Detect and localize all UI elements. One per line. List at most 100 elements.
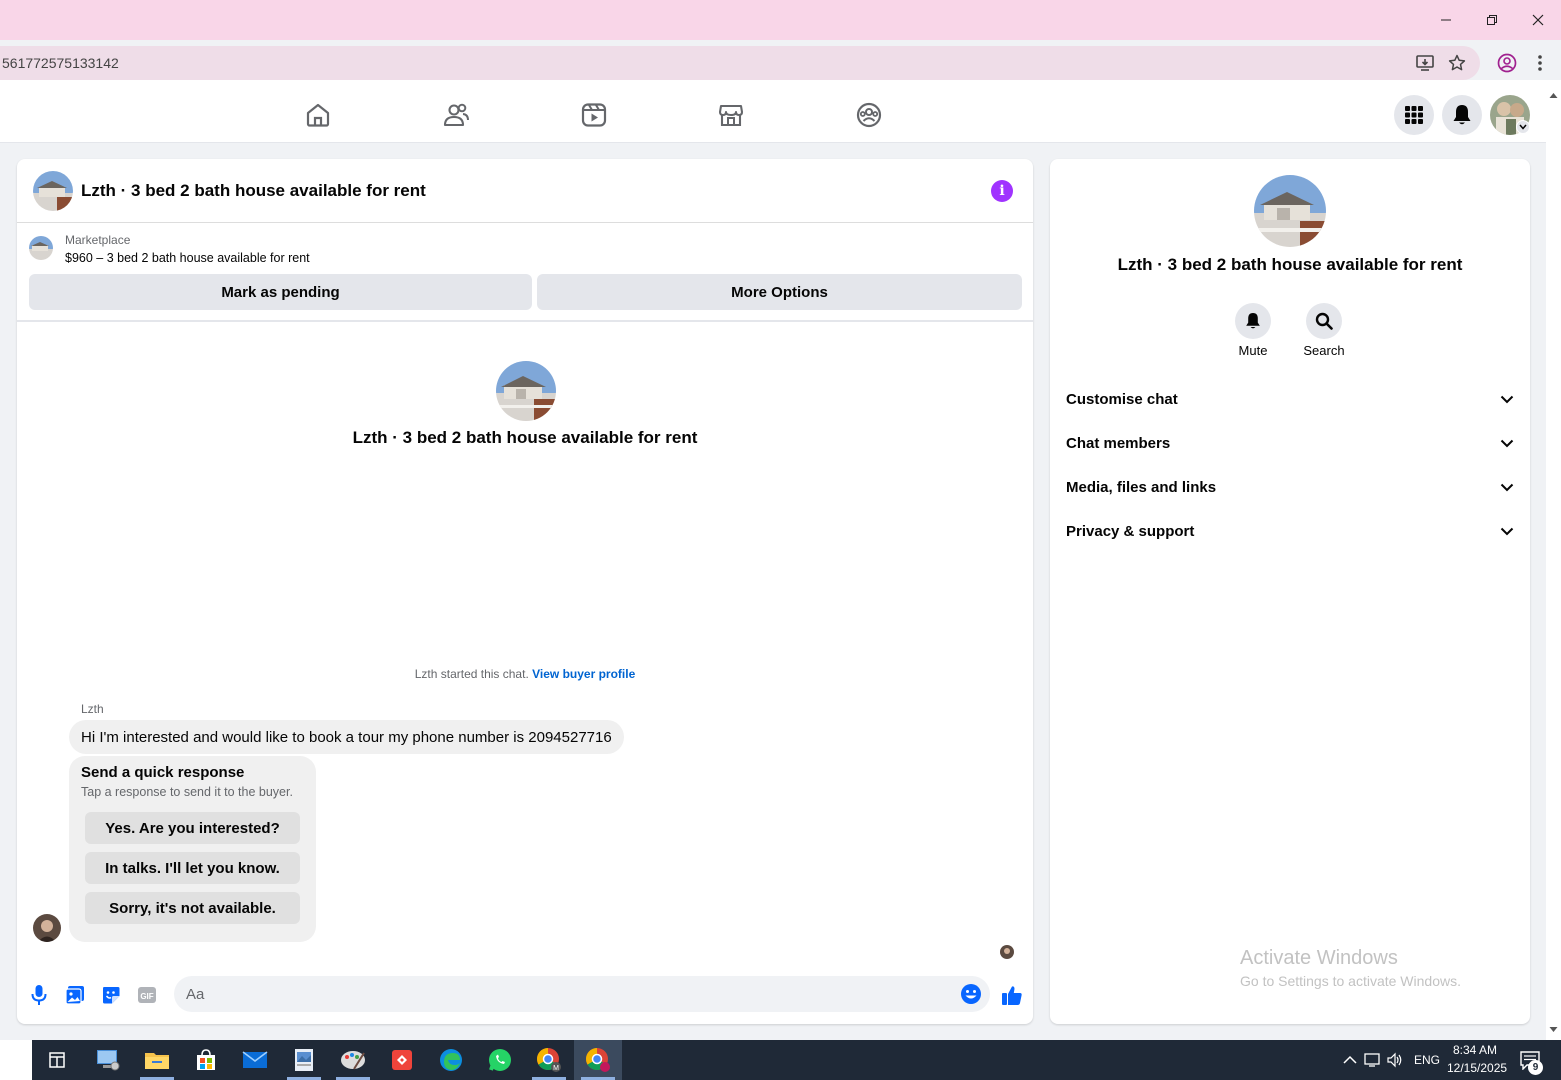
groups-icon[interactable] — [855, 101, 883, 129]
started-text: Lzth started this chat. — [414, 667, 529, 681]
close-icon — [1532, 14, 1544, 26]
sender-avatar[interactable] — [33, 914, 61, 942]
quick-reply-button[interactable]: Sorry, it's not available. — [85, 892, 300, 924]
svg-text:M: M — [553, 1065, 559, 1072]
microsoft-store-icon[interactable] — [192, 1046, 220, 1074]
install-app-icon[interactable] — [1414, 52, 1436, 74]
anydesk-icon[interactable] — [388, 1046, 416, 1074]
mute-label: Mute — [1238, 343, 1268, 358]
search-label: Search — [1303, 343, 1345, 358]
home-icon[interactable] — [304, 101, 332, 129]
chevron-down-icon — [1500, 395, 1514, 403]
minimize-button[interactable] — [1423, 0, 1469, 40]
search-button[interactable]: Search — [1284, 303, 1364, 358]
bell-icon — [1453, 105, 1471, 125]
more-options-button[interactable]: More Options — [537, 274, 1022, 310]
notifications-button[interactable] — [1442, 95, 1482, 135]
chat-header: Lzth · 3 bed 2 bath house available for … — [17, 159, 1033, 223]
marketplace-icon[interactable] — [717, 101, 745, 129]
emoji-icon[interactable] — [960, 983, 982, 1005]
divider — [17, 320, 1033, 322]
facebook-top-nav — [0, 87, 1546, 143]
chevron-down-icon — [1500, 483, 1514, 491]
notification-count-badge: 9 — [1528, 1060, 1543, 1075]
quick-reply-button[interactable]: Yes. Are you interested? — [85, 812, 300, 844]
seen-indicator-avatar — [1000, 945, 1014, 959]
account-chevron-icon[interactable] — [1516, 120, 1530, 134]
listing-link[interactable]: $960 – 3 bed 2 bath house available for … — [65, 251, 310, 265]
message-composer[interactable] — [174, 976, 990, 1012]
address-text[interactable]: 561772575133142 — [2, 55, 119, 71]
address-bar[interactable]: 561772575133142 — [0, 46, 1480, 80]
chat-members-row[interactable]: Chat members — [1066, 425, 1514, 461]
friends-icon[interactable] — [442, 101, 470, 129]
gif-label: GIF — [140, 992, 153, 1001]
quick-response-title: Send a quick response — [81, 764, 245, 781]
chat-avatar[interactable] — [33, 171, 73, 211]
row-label: Customise chat — [1066, 390, 1178, 408]
video-icon[interactable] — [580, 101, 608, 129]
like-thumb-icon[interactable] — [1000, 983, 1024, 1007]
conversation-avatar[interactable] — [496, 361, 556, 421]
mail-icon[interactable] — [241, 1046, 269, 1074]
row-label: Privacy & support — [1066, 522, 1195, 540]
details-title: Lzth · 3 bed 2 bath house available for … — [1117, 255, 1463, 274]
view-buyer-profile-link[interactable]: View buyer profile — [532, 667, 635, 681]
photo-icon[interactable] — [63, 983, 87, 1007]
bookmark-star-icon[interactable] — [1446, 52, 1468, 74]
message-bubble[interactable]: Hi I'm interested and would like to book… — [69, 720, 624, 754]
edge-icon[interactable] — [437, 1046, 465, 1074]
mute-button[interactable]: Mute — [1213, 303, 1293, 358]
browser-titlebar — [0, 0, 1561, 40]
menu-grid-button[interactable] — [1394, 95, 1434, 135]
row-label: Chat members — [1066, 434, 1171, 452]
restore-button[interactable] — [1469, 0, 1515, 40]
quick-response-subtitle: Tap a response to send it to the buyer. — [81, 785, 293, 799]
row-label: Media, files and links — [1066, 478, 1217, 496]
info-icon[interactable]: i — [991, 180, 1013, 202]
content-top-strip — [0, 80, 1561, 87]
whatsapp-icon[interactable] — [486, 1046, 514, 1074]
chat-title: Lzth · 3 bed 2 bath house available for … — [81, 181, 426, 200]
clock-time[interactable]: 8:34 AM — [1453, 1043, 1497, 1057]
message-input[interactable] — [186, 976, 946, 1012]
paint-icon[interactable] — [339, 1046, 367, 1074]
gif-icon[interactable]: GIF — [135, 983, 159, 1007]
chat-details-panel: Lzth · 3 bed 2 bath house available for … — [1050, 159, 1530, 1024]
page-scrollbar[interactable] — [1546, 87, 1561, 1040]
chat-started-notice: Lzth started this chat. View buyer profi… — [17, 667, 1033, 681]
close-window-button[interactable] — [1515, 0, 1561, 40]
computer-management-icon[interactable] — [94, 1046, 122, 1074]
start-area[interactable] — [0, 1040, 32, 1080]
restore-icon — [1487, 15, 1497, 25]
input-language[interactable]: ENG — [1414, 1053, 1440, 1067]
microphone-icon[interactable] — [27, 983, 51, 1007]
listing-thumbnail[interactable] — [29, 236, 53, 260]
browser-menu-icon[interactable] — [1529, 52, 1551, 74]
media-files-links-row[interactable]: Media, files and links — [1066, 469, 1514, 505]
details-avatar[interactable] — [1254, 175, 1326, 247]
chat-panel: Lzth · 3 bed 2 bath house available for … — [17, 159, 1033, 1024]
volume-icon[interactable] — [1381, 1046, 1409, 1074]
chrome-active-icon[interactable] — [584, 1046, 612, 1074]
bell-icon — [1235, 303, 1271, 339]
mark-as-pending-button[interactable]: Mark as pending — [29, 274, 532, 310]
grid-icon — [1405, 106, 1423, 124]
task-view-icon[interactable] — [43, 1046, 71, 1074]
clock-date[interactable]: 12/15/2025 — [1447, 1061, 1507, 1075]
scroll-arrows-icon — [1549, 93, 1558, 1032]
image-viewer-icon[interactable] — [290, 1046, 318, 1074]
customise-chat-row[interactable]: Customise chat — [1066, 381, 1514, 417]
chevron-down-icon — [1500, 439, 1514, 447]
chrome-profile-m-icon[interactable]: M — [535, 1046, 563, 1074]
quick-response-card: Send a quick response Tap a response to … — [69, 756, 316, 942]
marketplace-label: Marketplace — [65, 233, 131, 247]
profile-icon[interactable] — [1496, 52, 1518, 74]
sticker-icon[interactable] — [99, 983, 123, 1007]
windows-taskbar: M ENG 8:34 AM 12/15/2025 9 — [0, 1040, 1561, 1080]
file-explorer-icon[interactable] — [143, 1046, 171, 1074]
minimize-icon — [1441, 19, 1451, 21]
activate-windows-title: Activate Windows — [1240, 947, 1398, 969]
privacy-support-row[interactable]: Privacy & support — [1066, 513, 1514, 549]
quick-reply-button[interactable]: In talks. I'll let you know. — [85, 852, 300, 884]
